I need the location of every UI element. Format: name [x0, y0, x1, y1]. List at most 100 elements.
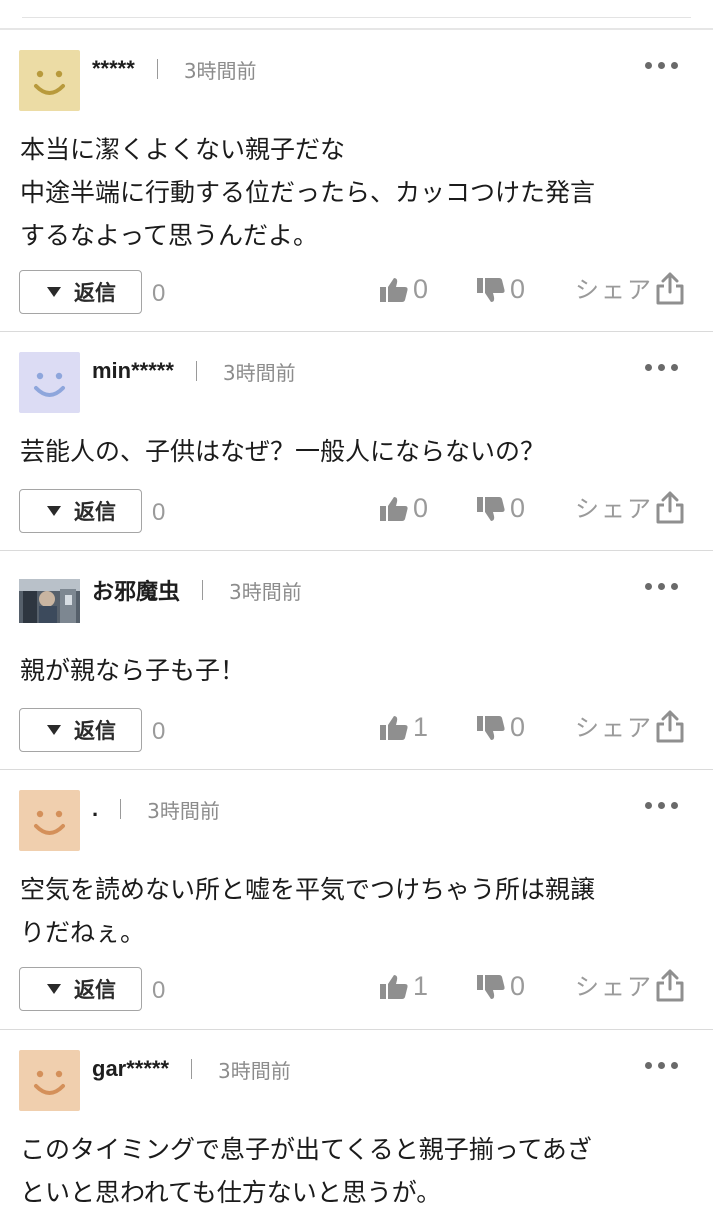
reply-count: 0: [152, 718, 166, 745]
comment-header: ***** 3時間前: [92, 54, 257, 84]
more-options-icon[interactable]: [645, 1062, 678, 1069]
thumbs-up-icon: [380, 974, 408, 999]
comment-line: 親が親なら子も子！: [20, 656, 246, 685]
dislike-button[interactable]: 0: [476, 493, 525, 524]
comment-line: といと思われても仕方ないと思うが。: [20, 1178, 442, 1207]
share-button[interactable]: シェア: [575, 489, 685, 524]
reply-label: 返信: [74, 719, 116, 743]
comment-text: 親が親なら子も子！: [20, 649, 693, 692]
comment-actions: 返信 0 1 0 シェア: [0, 708, 713, 754]
comment-text: 本当に潔くよくない親子だな 中途半端に行動する位だったら、カッコつけた発言 する…: [20, 128, 693, 257]
username[interactable]: お邪魔虫: [92, 574, 180, 606]
like-button[interactable]: 0: [379, 493, 428, 524]
more-options-icon[interactable]: [645, 62, 678, 69]
comment-text: 空気を読めない所と嘘を平気でつけちゃう所は親譲 りだねぇ。: [20, 868, 693, 954]
thumbs-down-icon: [477, 715, 505, 740]
timestamp: 3時間前: [229, 579, 302, 604]
thumbs-up-icon: [380, 277, 408, 302]
reply-count: 0: [152, 280, 166, 307]
comment-item: . 3時間前 空気を読めない所と嘘を平気でつけちゃう所は親譲 りだねぇ。 返信 …: [0, 770, 713, 1029]
thumbs-down-icon: [477, 974, 505, 999]
reply-label: 返信: [74, 978, 116, 1002]
divider: [191, 1059, 193, 1079]
smiley-icon: [19, 50, 80, 111]
thumbs-up-icon: [380, 715, 408, 740]
smiley-icon: [19, 790, 80, 851]
comment-header: min***** 3時間前: [92, 356, 296, 386]
timestamp: 3時間前: [222, 360, 296, 385]
like-button[interactable]: 1: [379, 712, 428, 743]
like-button[interactable]: 1: [379, 971, 428, 1002]
share-button[interactable]: シェア: [575, 270, 685, 305]
username[interactable]: min*****: [92, 358, 174, 384]
avatar[interactable]: [19, 579, 80, 623]
share-icon: [656, 969, 684, 1001]
reply-button[interactable]: 返信: [19, 270, 142, 314]
timestamp: 3時間前: [183, 58, 257, 83]
thumbs-down-icon: [477, 277, 505, 302]
comment-header: gar***** 3時間前: [92, 1054, 291, 1084]
share-label: シェア: [575, 714, 653, 742]
user-photo-icon: [19, 579, 80, 623]
divider: [22, 17, 691, 18]
comment-line: りだねぇ。: [20, 918, 146, 947]
like-count: 0: [413, 493, 429, 523]
reply-label: 返信: [74, 281, 116, 305]
comment-line: するなよって思うんだよ。: [20, 221, 319, 250]
comment-header: お邪魔虫 3時間前: [92, 575, 302, 605]
more-options-icon[interactable]: [645, 583, 678, 590]
triangle-down-icon: [47, 725, 61, 735]
smiley-icon: [19, 1050, 80, 1111]
dislike-button[interactable]: 0: [476, 712, 525, 743]
dislike-count: 0: [510, 274, 526, 304]
more-options-icon[interactable]: [645, 364, 678, 371]
dislike-count: 0: [510, 712, 526, 742]
share-label: シェア: [575, 495, 653, 523]
comment-line: 本当に潔くよくない親子だな: [20, 135, 346, 164]
like-count: 0: [413, 274, 429, 304]
divider: [195, 361, 197, 381]
triangle-down-icon: [47, 984, 61, 994]
avatar[interactable]: [19, 790, 80, 851]
reply-button[interactable]: 返信: [19, 489, 142, 533]
thumbs-up-icon: [380, 496, 408, 521]
reply-count: 0: [152, 499, 166, 526]
dislike-count: 0: [510, 493, 526, 523]
dislike-count: 0: [510, 971, 526, 1001]
reply-count: 0: [152, 977, 166, 1004]
comment-line: 芸能人の、子供はなぜ？一般人にならないの？: [20, 437, 546, 466]
like-button[interactable]: 0: [379, 274, 428, 305]
share-button[interactable]: シェア: [575, 967, 685, 1002]
reply-label: 返信: [74, 500, 116, 524]
previous-comment-edge: [0, 0, 713, 30]
more-options-icon[interactable]: [645, 802, 678, 809]
share-icon: [656, 491, 684, 523]
share-icon: [656, 272, 684, 304]
comment-header: . 3時間前: [92, 794, 220, 824]
comment-text: 芸能人の、子供はなぜ？一般人にならないの？: [20, 430, 693, 473]
comment-item: ***** 3時間前 本当に潔くよくない親子だな 中途半端に行動する位だったら、…: [0, 30, 713, 332]
thumbs-down-icon: [477, 496, 505, 521]
share-button[interactable]: シェア: [575, 708, 685, 743]
triangle-down-icon: [47, 506, 61, 516]
comment-item: お邪魔虫 3時間前 親が親なら子も子！ 返信 0 1 0 シェア: [0, 551, 713, 769]
username[interactable]: *****: [92, 56, 135, 82]
avatar[interactable]: [19, 352, 80, 413]
dislike-button[interactable]: 0: [476, 274, 525, 305]
triangle-down-icon: [47, 287, 61, 297]
username[interactable]: .: [92, 796, 98, 822]
timestamp: 3時間前: [147, 798, 220, 823]
avatar[interactable]: [19, 1050, 80, 1111]
like-count: 1: [413, 971, 429, 1001]
comment-line: 中途半端に行動する位だったら、カッコつけた発言: [20, 178, 596, 207]
comment-item: min***** 3時間前 芸能人の、子供はなぜ？一般人にならないの？ 返信 0…: [0, 332, 713, 550]
avatar[interactable]: [19, 50, 80, 111]
share-label: シェア: [575, 276, 653, 304]
username[interactable]: gar*****: [92, 1056, 169, 1082]
reply-button[interactable]: 返信: [19, 967, 142, 1011]
timestamp: 3時間前: [218, 1058, 291, 1083]
reply-button[interactable]: 返信: [19, 708, 142, 752]
dislike-button[interactable]: 0: [476, 971, 525, 1002]
comment-item: gar***** 3時間前 このタイミングで息子が出てくると親子揃ってあざ とい…: [0, 1030, 713, 1207]
smiley-icon: [19, 352, 80, 413]
